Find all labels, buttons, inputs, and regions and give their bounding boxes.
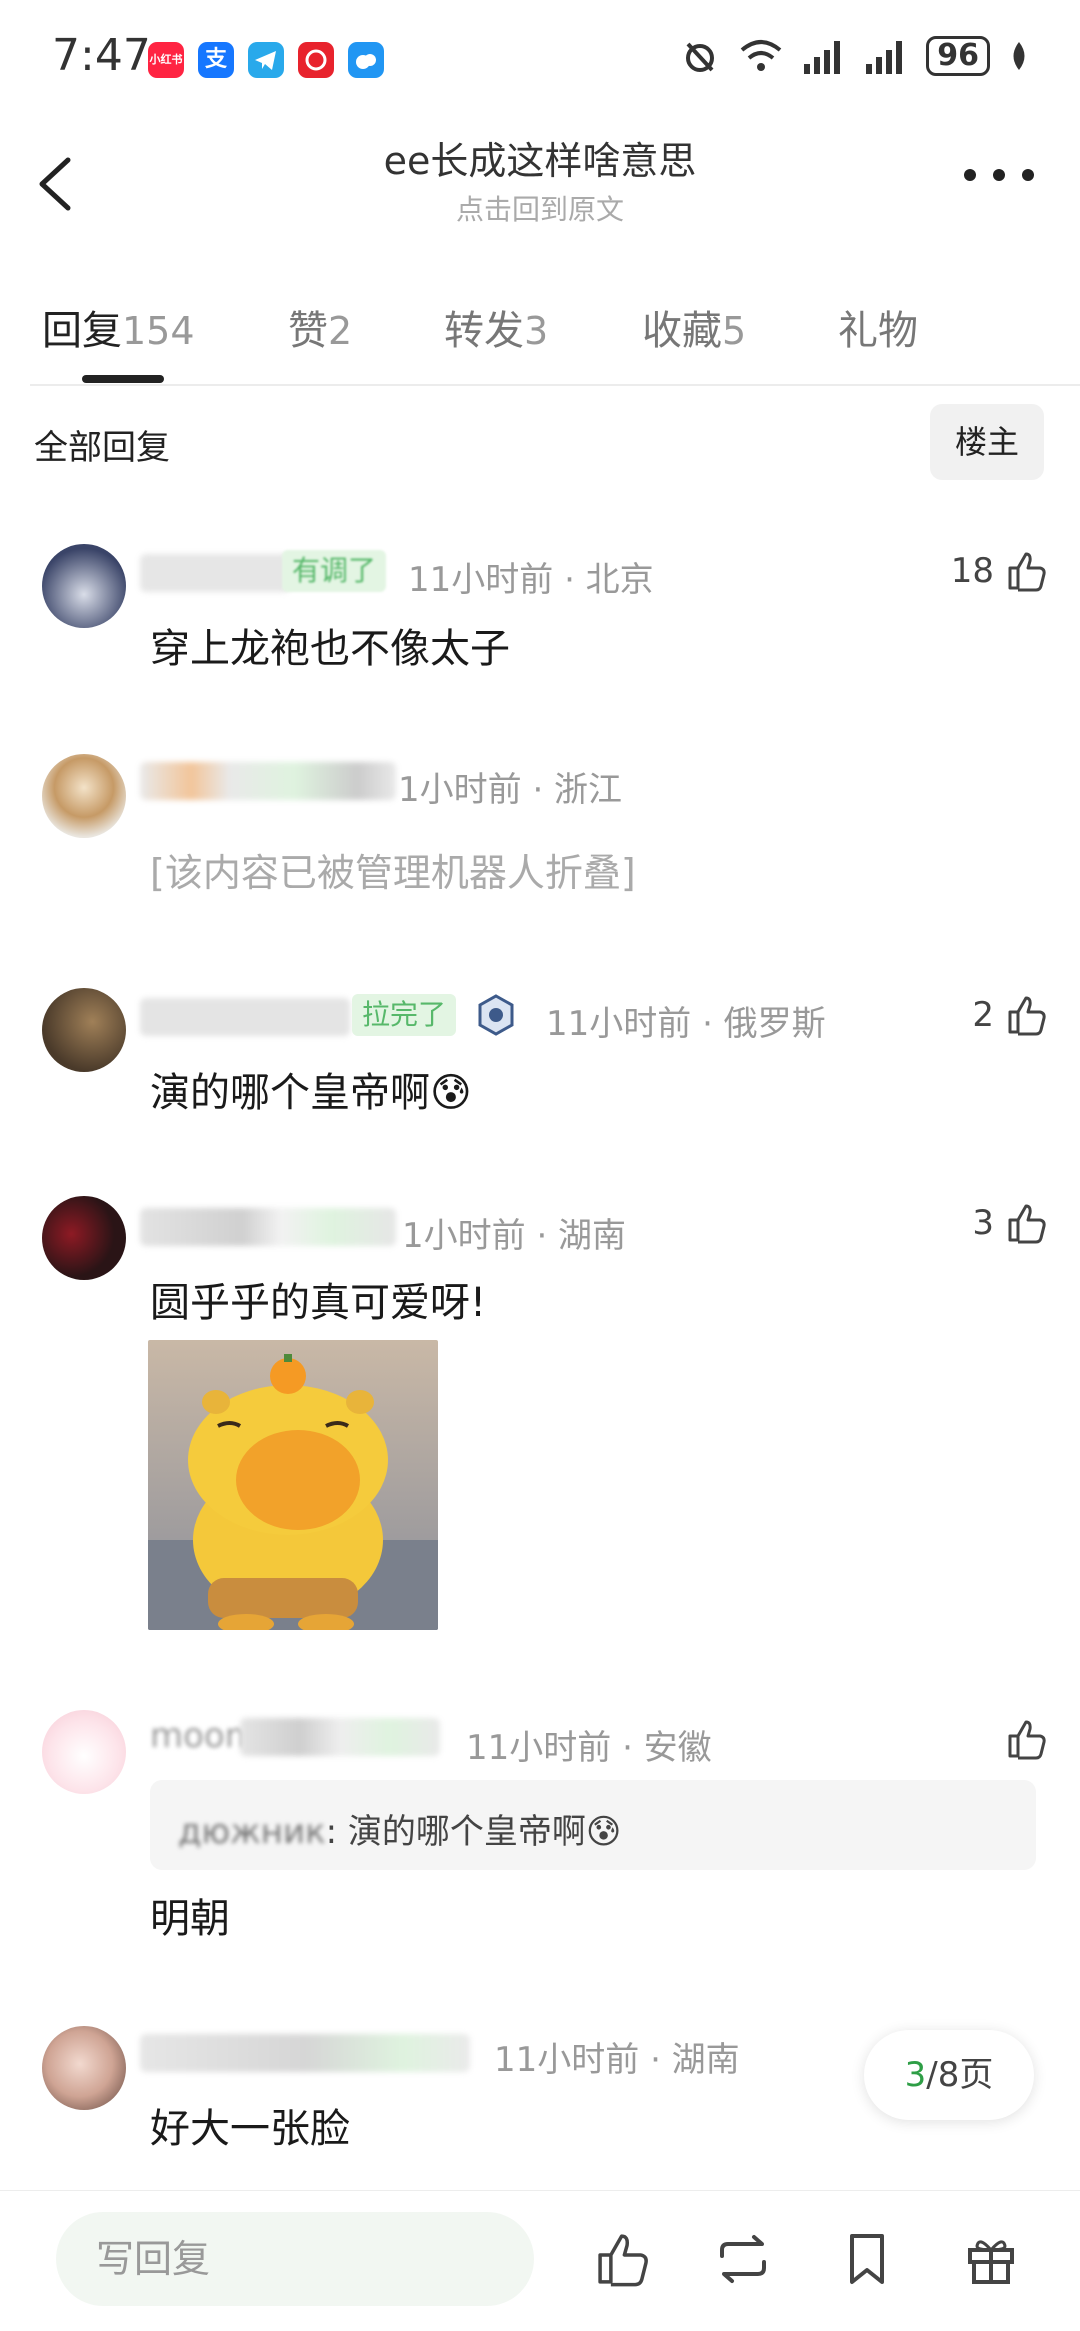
comment-text: 穿上龙袍也不像太子 (150, 626, 510, 672)
divider (30, 384, 1080, 386)
avatar[interactable] (42, 988, 126, 1072)
tab-count: 2 (328, 309, 353, 353)
bookmark-button[interactable] (836, 2228, 898, 2290)
tab-replies[interactable]: 回复154 (42, 298, 195, 356)
username-blurred[interactable]: moon (150, 1716, 246, 1756)
page-indicator[interactable]: 3/8页 (864, 2030, 1034, 2120)
tab-likes[interactable]: 赞2 (288, 298, 352, 356)
alipay-icon: 支 (198, 42, 234, 78)
avatar[interactable] (42, 754, 126, 838)
thumbs-up-icon (1008, 1204, 1046, 1244)
like-button[interactable]: 2 (972, 992, 1050, 1038)
tab-count: 3 (524, 309, 549, 353)
tab-reposts[interactable]: 转发3 (444, 298, 548, 356)
cartoon-capybara-image (148, 1340, 438, 1630)
thumbs-up-icon (1008, 996, 1046, 1036)
status-time: 7:47 (52, 30, 151, 81)
comment-meta: 11小时前 · 安徽 (466, 1728, 712, 1768)
like-button[interactable]: 3 (972, 1200, 1050, 1246)
user-badge: 有调了 (282, 550, 386, 592)
current-page: 3 (904, 2055, 927, 2095)
tab-favorites[interactable]: 收藏5 (642, 298, 746, 356)
more-options-button[interactable] (964, 160, 1034, 190)
tab-count: 5 (722, 309, 747, 353)
status-right: 96 (680, 36, 1030, 76)
thumbs-up-icon (1008, 1720, 1046, 1760)
avatar[interactable] (42, 1196, 126, 1280)
tab-count: 154 (122, 309, 195, 353)
avatar[interactable] (42, 544, 126, 628)
avatar[interactable] (42, 2026, 126, 2110)
avatar[interactable] (42, 1710, 126, 1794)
signal-icon (804, 41, 841, 74)
quoted-content: : 演的哪个皇帝啊😰 (325, 1812, 622, 1852)
gift-icon (968, 2240, 1014, 2284)
weather-icon (348, 42, 384, 78)
active-tab-indicator (82, 375, 164, 383)
repost-button[interactable] (712, 2228, 774, 2290)
gift-button[interactable] (960, 2228, 1022, 2290)
quoted-username: дюжник (178, 1812, 326, 1852)
user-badge: 拉完了 (352, 994, 456, 1036)
thumbs-up-icon (1008, 552, 1046, 592)
like-button[interactable]: 18 (951, 548, 1050, 594)
thumbs-up-icon (598, 2234, 648, 2287)
comment-text: 圆乎乎的真可爱呀! (150, 1280, 487, 1326)
comment-text: 好大一张脸 (150, 2106, 350, 2152)
like-count: 18 (950, 551, 994, 591)
tab-label: 转发 (444, 308, 524, 354)
folded-comment-text[interactable]: [该内容已被管理机器人折叠] (150, 842, 636, 897)
back-to-post-link[interactable]: 点击回到原文 (0, 188, 1080, 228)
repost-icon (720, 2235, 766, 2283)
reply-input[interactable]: 写回复 (56, 2212, 534, 2306)
battery-level: 96 (926, 36, 990, 76)
quoted-reply-text: дюжник: 演的哪个皇帝啊😰 (178, 1804, 621, 1853)
comment-text: 明朝 (150, 1896, 230, 1942)
like-count: 3 (972, 1203, 994, 1243)
like-count: 2 (972, 995, 994, 1035)
like-button[interactable] (1004, 1716, 1050, 1762)
username-blurred[interactable] (140, 762, 396, 800)
username-blurred[interactable] (140, 2034, 470, 2072)
comment-meta: 1小时前 · 浙江 (398, 770, 623, 810)
bookmark-icon (850, 2234, 884, 2284)
op-only-button[interactable]: 楼主 (930, 404, 1044, 480)
username-blurred[interactable] (140, 554, 290, 592)
telegram-icon (248, 42, 284, 78)
comment-image[interactable] (148, 1340, 438, 1630)
tab-label: 礼物 (838, 308, 918, 354)
comment-meta: 1小时前 · 湖南 (402, 1216, 627, 1256)
username-blurred-extra (240, 1718, 440, 1756)
tab-gifts[interactable]: 礼物 (838, 298, 918, 356)
signal-icon-2 (866, 41, 903, 74)
xiaohongshu-icon: 小红书 (148, 42, 184, 78)
tab-label: 赞 (288, 308, 328, 354)
app-red-icon (298, 42, 334, 78)
medal-icon (476, 994, 516, 1036)
leaf-icon (1013, 42, 1025, 70)
page-total: /8页 (926, 2055, 994, 2095)
comment-meta: 11小时前 · 湖南 (494, 2040, 740, 2080)
post-title[interactable]: ee长成这样啥意思 (0, 130, 1080, 185)
comment-text: 演的哪个皇帝啊😰 (150, 1070, 472, 1116)
comment-meta: 11小时前 · 北京 (408, 560, 654, 600)
like-post-button[interactable] (592, 2228, 654, 2290)
filter-all-replies[interactable]: 全部回复 (34, 420, 170, 469)
username-blurred[interactable] (140, 1208, 396, 1246)
alarm-mute-icon (686, 42, 715, 72)
comment-meta: 11小时前 · 俄罗斯 (546, 1004, 826, 1044)
wifi-icon (740, 40, 782, 71)
tab-label: 回复 (42, 308, 122, 354)
divider (0, 2190, 1080, 2191)
tab-label: 收藏 (642, 308, 722, 354)
username-blurred[interactable] (140, 998, 350, 1036)
